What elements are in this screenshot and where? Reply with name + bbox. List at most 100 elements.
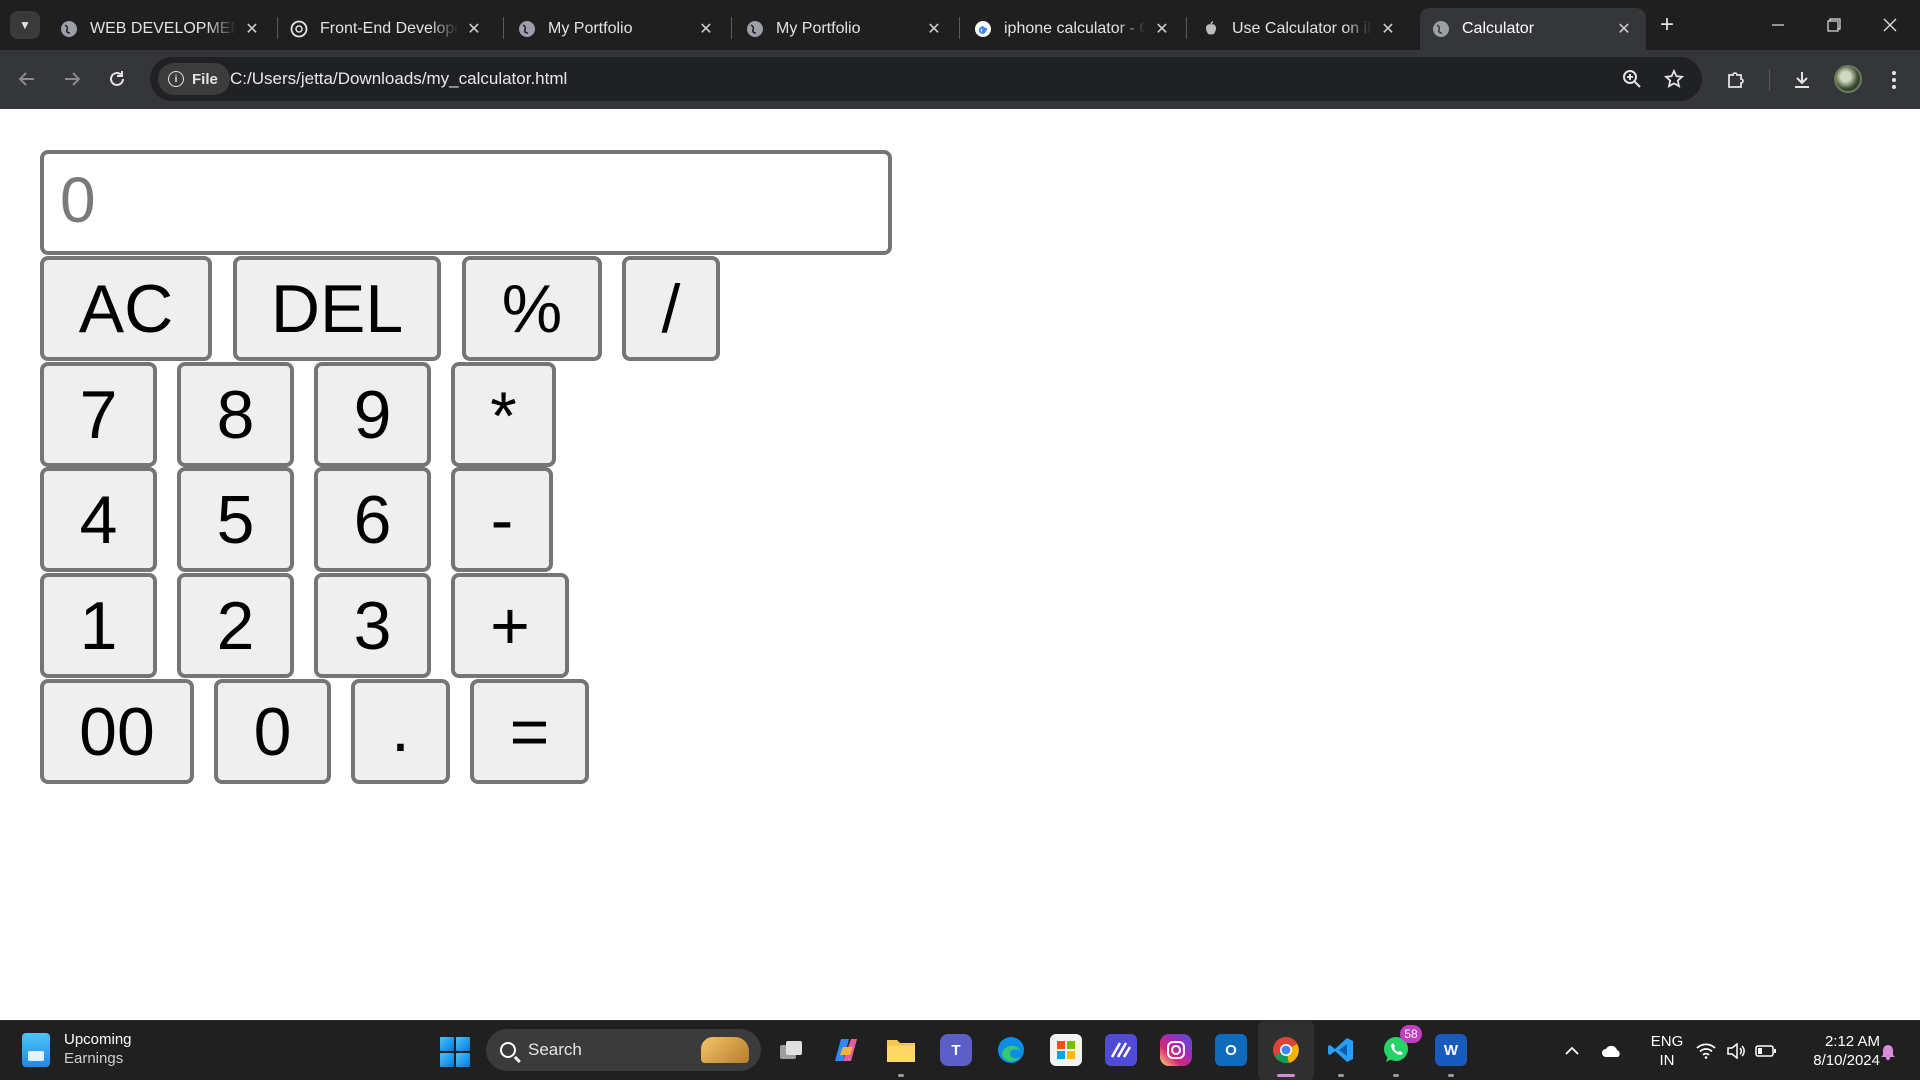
close-window-icon[interactable] [1862,0,1918,50]
tab-close-icon[interactable]: ✕ [1378,19,1398,39]
tab-title: Calculator [1462,20,1535,37]
active-indicator [1277,1074,1295,1077]
digit-8-button[interactable]: 8 [177,362,294,467]
widget-title: Upcoming [64,1031,132,1048]
windows-start-icon[interactable] [440,1037,470,1067]
percent-button[interactable]: % [462,256,602,361]
forward-arrow-icon[interactable] [53,60,91,98]
more-menu-icon[interactable] [1878,64,1910,96]
bookmark-star-icon[interactable] [1662,67,1686,91]
tab-front-end-developer[interactable]: Front-End Developer ✕ [278,8,496,50]
wifi-icon[interactable] [1692,1021,1720,1080]
tab-search-chevron-icon[interactable]: ▼ [10,11,40,39]
digit-6-button[interactable]: 6 [314,467,431,572]
input-language-indicator[interactable]: ENG IN [1645,1033,1689,1071]
toolbar-divider [1769,69,1770,91]
zoom-icon[interactable] [1620,67,1644,91]
calculator-display: 0 [40,150,892,255]
tab-divider [731,17,732,39]
show-hidden-icons-chevron-icon[interactable] [1556,1021,1588,1080]
new-tab-plus-icon[interactable]: + [1652,10,1682,40]
digit-1-button[interactable]: 1 [40,573,157,678]
taskbar-search-label: Search [528,1040,582,1059]
tab-close-icon[interactable]: ✕ [924,19,944,39]
digit-9-button[interactable]: 9 [314,362,431,467]
tab-close-icon[interactable]: ✕ [1152,19,1172,39]
tab-my-portfolio[interactable]: My Portfolio ✕ [506,8,728,50]
widgets-button[interactable]: Upcoming Earnings [22,1031,132,1069]
running-indicator [1448,1074,1454,1077]
teams-icon: T [940,1034,972,1066]
reload-icon[interactable] [98,60,136,98]
vscode-icon [1325,1034,1357,1066]
app-slash-icon [1105,1034,1137,1066]
instagram-button[interactable] [1148,1021,1204,1080]
digit-2-button[interactable]: 2 [177,573,294,678]
tab-close-icon[interactable]: ✕ [1614,19,1634,39]
plus-button[interactable]: + [451,573,569,678]
google-icon [974,20,992,38]
edge-button[interactable] [983,1021,1039,1080]
chrome-button[interactable] [1258,1021,1314,1080]
tab-calculator[interactable]: Calculator ✕ [1420,8,1646,50]
teams-button[interactable]: T [928,1021,984,1080]
digit-3-button[interactable]: 3 [314,573,431,678]
tab-use-calculator-iphone[interactable]: Use Calculator on iPh ✕ [1190,8,1410,50]
clock-date: 8/10/2024 [1813,1051,1880,1069]
microsoft-store-button[interactable] [1038,1021,1094,1080]
tab-title: Use Calculator on iPh [1232,20,1372,37]
whatsapp-button[interactable]: 58 [1368,1021,1424,1080]
minus-button[interactable]: - [451,467,553,572]
equals-button[interactable]: = [470,679,589,784]
file-explorer-button[interactable] [873,1021,929,1080]
site-info-chip[interactable]: i File [158,63,230,95]
tab-my-portfolio-2[interactable]: My Portfolio ✕ [734,8,956,50]
globe-icon [1432,20,1450,38]
ac-button[interactable]: AC [40,256,212,361]
tab-close-icon[interactable]: ✕ [696,19,716,39]
digit-4-button[interactable]: 4 [40,467,157,572]
digit-0-button[interactable]: 0 [214,679,331,784]
taskbar-search-box[interactable]: Search [486,1029,761,1071]
multiply-button[interactable]: * [451,362,556,467]
globe-icon [518,20,536,38]
app-button[interactable] [1093,1021,1149,1080]
restore-icon[interactable] [1806,0,1862,50]
system-clock[interactable]: 2:12 AM 8/10/2024 [1790,1033,1880,1071]
word-button[interactable]: W [1423,1021,1479,1080]
address-bar[interactable]: i File C:/Users/jetta/Downloads/my_calcu… [150,57,1702,101]
widget-subtitle: Earnings [64,1049,124,1067]
tab-title: Front-End Developer [320,20,458,37]
vscode-button[interactable] [1313,1021,1369,1080]
digit-5-button[interactable]: 5 [177,467,294,572]
onedrive-cloud-icon[interactable] [1596,1021,1628,1080]
tab-web-development[interactable]: WEB DEVELOPMENT ✕ [48,8,274,50]
chatgpt-icon [290,20,308,38]
task-view-icon [775,1034,807,1066]
volume-icon[interactable] [1722,1021,1750,1080]
address-url[interactable]: C:/Users/jetta/Downloads/my_calculator.h… [230,69,567,89]
task-view-button[interactable] [763,1021,819,1080]
copilot-button[interactable] [818,1021,874,1080]
tab-divider [959,17,960,39]
outlook-button[interactable]: O [1203,1021,1259,1080]
battery-icon[interactable] [1752,1021,1780,1080]
running-indicator [1338,1074,1344,1077]
extensions-icon[interactable] [1720,64,1752,96]
store-icon [1050,1034,1082,1066]
tab-title: iphone calculator - G [1004,20,1146,37]
notification-bell-icon[interactable] [1874,1021,1902,1080]
decimal-button[interactable]: . [351,679,450,784]
double-zero-button[interactable]: 00 [40,679,194,784]
download-icon[interactable] [1786,64,1818,96]
tab-close-icon[interactable]: ✕ [242,19,262,39]
tab-iphone-calculator-search[interactable]: iphone calculator - G ✕ [962,8,1184,50]
profile-avatar[interactable] [1834,65,1862,93]
tab-close-icon[interactable]: ✕ [464,19,484,39]
minimize-icon[interactable] [1750,0,1806,50]
digit-7-button[interactable]: 7 [40,362,157,467]
region-label: IN [1659,1051,1675,1069]
delete-button[interactable]: DEL [233,256,441,361]
divide-button[interactable]: / [622,256,720,361]
back-arrow-icon[interactable] [8,60,46,98]
